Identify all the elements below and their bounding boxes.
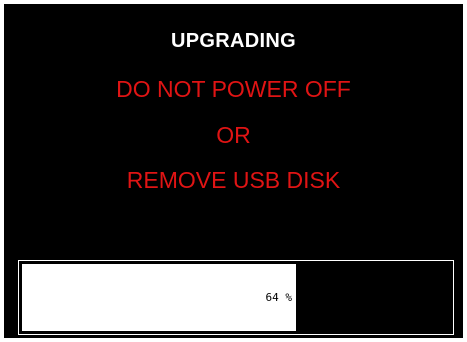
upgrade-title: UPGRADING [171,30,296,52]
progress-percent-label: 64 % [265,291,293,304]
warning-line-2: OR [216,122,251,148]
progress-fill [22,264,296,331]
warning-line-1: DO NOT POWER OFF [116,76,351,102]
upgrade-panel: UPGRADING DO NOT POWER OFF OR REMOVE USB… [4,4,463,338]
upgrade-screen: UPGRADING DO NOT POWER OFF OR REMOVE USB… [0,0,467,342]
progress-bar: 64 % [18,260,454,335]
warning-line-3: REMOVE USB DISK [126,167,341,193]
